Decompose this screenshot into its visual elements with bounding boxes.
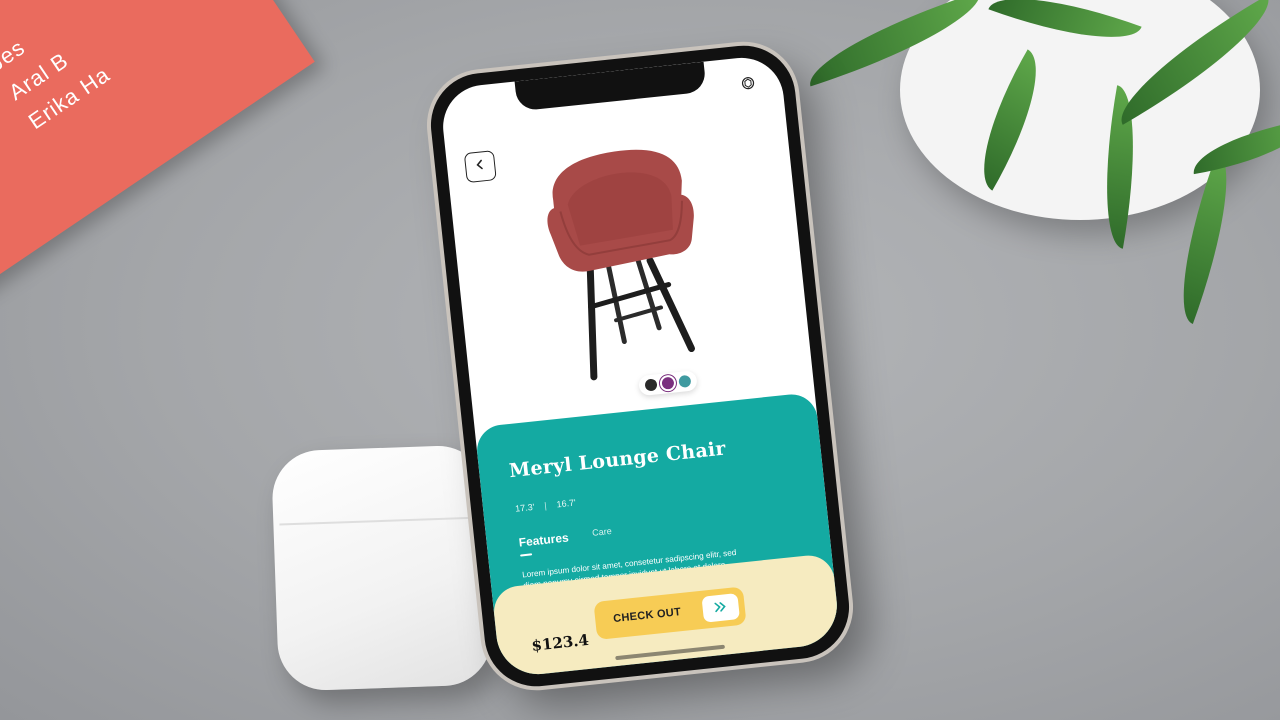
checkout-label: CHECK OUT: [612, 606, 682, 626]
product-image: [518, 132, 728, 390]
app-screen: Meryl Lounge Chair 17.3' | 16.7' Feature…: [438, 53, 842, 679]
chevron-left-icon: [473, 157, 487, 176]
back-button[interactable]: [463, 150, 497, 184]
phone-device: Meryl Lounge Chair 17.3' | 16.7' Feature…: [425, 40, 855, 692]
book-prop: Jes Aral B Erika Ha: [0, 0, 315, 297]
product-dimensions: 17.3' | 16.7': [515, 497, 577, 513]
checkout-button[interactable]: CHECK OUT: [593, 586, 747, 640]
earbuds-case: [270, 444, 494, 692]
double-chevron-right-icon: [713, 598, 729, 617]
info-tabs: Features Care: [518, 526, 613, 557]
ar-view-button[interactable]: [739, 76, 757, 94]
tab-care[interactable]: Care: [592, 526, 612, 538]
ar-view-icon: [740, 75, 756, 95]
tab-features[interactable]: Features: [518, 530, 570, 556]
case-seam: [279, 516, 482, 526]
checkout-arrow-box: [701, 593, 740, 623]
swatch-black[interactable]: [644, 378, 658, 392]
product-price: $123.4: [530, 630, 590, 655]
product-title: Meryl Lounge Chair: [508, 437, 727, 483]
home-indicator: [615, 644, 726, 661]
dimension-width: 17.3': [514, 501, 535, 514]
dimension-depth: 16.7': [556, 497, 577, 510]
phone-notch: [514, 61, 707, 112]
dimension-separator: |: [543, 500, 548, 511]
swatch-purple[interactable]: [661, 376, 675, 390]
swatch-teal[interactable]: [678, 374, 692, 388]
